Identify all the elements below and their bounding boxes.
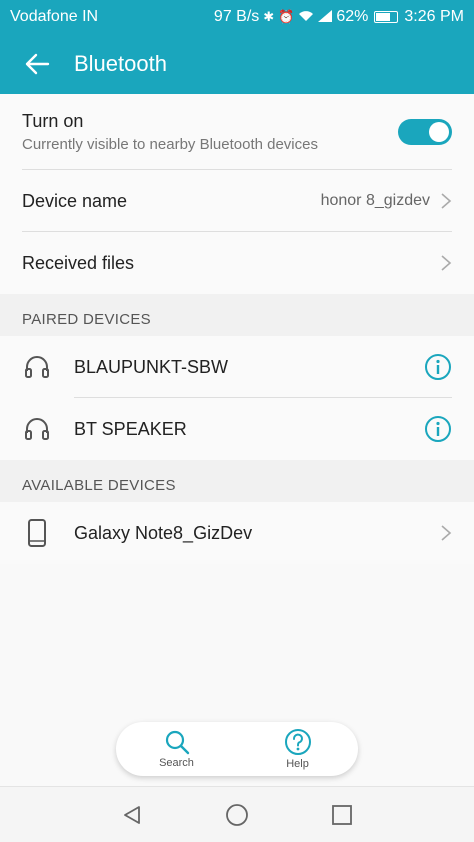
help-label: Help [286, 758, 309, 770]
search-button[interactable]: Search [137, 729, 217, 769]
battery-icon [374, 11, 399, 23]
available-device-name: Galaxy Note8_GizDev [74, 522, 253, 543]
help-button[interactable]: Help [258, 728, 338, 770]
bottom-action-bar: Search Help [116, 722, 358, 776]
network-speed: 97 B/s [213, 8, 260, 25]
paired-device-row[interactable]: BT SPEAKER [0, 398, 474, 460]
nav-recents-button[interactable] [322, 795, 362, 835]
paired-device-row[interactable]: BLAUPUNKT-SBW [0, 336, 474, 398]
search-icon [165, 730, 189, 755]
settings-content: Turn on Currently visible to nearby Blue… [0, 94, 474, 564]
bluetooth-toggle[interactable] [398, 119, 452, 145]
back-button[interactable] [0, 34, 74, 94]
app-bar: Bluetooth [0, 34, 474, 94]
info-icon[interactable] [424, 415, 452, 443]
carrier-label: Vodafone IN [10, 8, 99, 25]
device-name-label: Device name [22, 190, 128, 211]
received-files-row[interactable]: Received files [0, 232, 474, 294]
received-files-label: Received files [22, 252, 135, 273]
chevron-right-icon [441, 193, 452, 209]
triangle-back-icon [124, 805, 141, 824]
bluetooth-status-icon: ✱ [263, 9, 275, 24]
screen: Vodafone IN 97 B/s ✱ ⏰ 62% 3:26 PM Bluet… [0, 0, 474, 842]
search-label: Search [159, 757, 194, 769]
navigation-bar [0, 786, 474, 842]
device-name-row[interactable]: Device name honor 8_gizdev [0, 170, 474, 232]
chevron-right-icon [441, 525, 452, 541]
square-recents-icon [331, 804, 352, 825]
clock: 3:26 PM [404, 8, 464, 25]
turn-on-label: Turn on [22, 111, 84, 131]
page-title: Bluetooth [74, 51, 167, 76]
turn-on-subtitle: Currently visible to nearby Bluetooth de… [22, 136, 318, 153]
status-icons: 97 B/s ✱ ⏰ 62% 3:26 PM [214, 8, 464, 26]
paired-devices-header: PAIRED DEVICES [0, 294, 474, 336]
available-devices-header: AVAILABLE DEVICES [0, 460, 474, 502]
headphones-icon [22, 355, 52, 379]
status-bar: Vodafone IN 97 B/s ✱ ⏰ 62% 3:26 PM [0, 0, 474, 34]
device-name-value: honor 8_gizdev [320, 192, 430, 209]
chevron-right-icon [441, 255, 452, 271]
circle-home-icon [226, 803, 248, 826]
phone-icon [22, 519, 52, 547]
wifi-icon [298, 10, 314, 25]
alarm-icon: ⏰ [278, 9, 295, 24]
nav-home-button[interactable] [217, 795, 257, 835]
signal-icon [318, 9, 333, 25]
available-device-row[interactable]: Galaxy Note8_GizDev [0, 502, 474, 564]
turn-on-row[interactable]: Turn on Currently visible to nearby Blue… [0, 94, 474, 170]
info-icon[interactable] [424, 353, 452, 381]
battery-percent: 62% [336, 8, 369, 25]
help-icon [284, 729, 311, 755]
nav-back-button[interactable] [112, 795, 152, 835]
back-arrow-icon [25, 53, 50, 75]
headphones-icon [22, 417, 52, 441]
paired-device-name: BLAUPUNKT-SBW [74, 356, 229, 377]
paired-device-name: BT SPEAKER [74, 418, 187, 439]
